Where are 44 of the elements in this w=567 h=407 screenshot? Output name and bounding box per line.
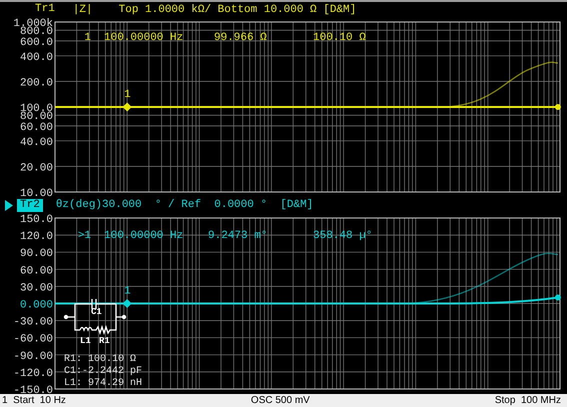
scale-label: 30.000 ° / Ref 0.0000 ° [D&M] bbox=[102, 199, 314, 211]
axis-label: -90.00 bbox=[13, 350, 53, 363]
marker-readout: 1 bbox=[84, 32, 91, 44]
axis-label: 400.0 bbox=[20, 52, 53, 64]
axis-label: 60.00 bbox=[20, 122, 53, 134]
marker-readout: 100.00000 Hz bbox=[104, 32, 184, 44]
circuit-value: R1: 100.10 Ω bbox=[64, 354, 136, 365]
axis-label: -30.00 bbox=[13, 316, 53, 329]
end-point-icon bbox=[555, 294, 561, 300]
component-label: R1 bbox=[99, 336, 110, 346]
parameter-label: θz(deg) bbox=[56, 199, 102, 211]
axis-label: 20.00 bbox=[20, 162, 53, 174]
axis-label: 60.00 bbox=[20, 265, 53, 278]
axis-label: 0.000 bbox=[20, 300, 53, 312]
axis-label: 90.00 bbox=[20, 248, 53, 260]
marker-label: 1 bbox=[124, 89, 131, 101]
circuit-value: L1: 974.29 nH bbox=[64, 378, 142, 389]
axis-label: 150.0 bbox=[20, 214, 53, 226]
axis-label: 600.0 bbox=[20, 36, 53, 49]
trace-tab[interactable]: Tr1 bbox=[32, 3, 58, 16]
marker-readout: 100.10 Ω bbox=[313, 32, 366, 44]
stop-label: Stop 100 MHz bbox=[494, 395, 561, 407]
osc-label: OSC 500 mV bbox=[250, 395, 310, 407]
component-label: C1 bbox=[91, 307, 102, 317]
trace-tab[interactable]: Tr2 bbox=[17, 198, 43, 212]
axis-label: 120.0 bbox=[20, 231, 53, 244]
scale-label: Top 1.0000 kΩ/ Bottom 10.000 Ω [D&M] bbox=[118, 4, 356, 16]
axis-label: -150.0 bbox=[13, 385, 53, 394]
marker-readout: 99.966 Ω bbox=[214, 32, 267, 44]
start-label: 1 Start 10 Hz bbox=[2, 395, 66, 407]
axis-label: 30.00 bbox=[20, 282, 53, 294]
parameter-label: |Z| bbox=[72, 4, 93, 16]
marker-icon[interactable] bbox=[122, 299, 132, 308]
axis-label: -60.00 bbox=[13, 334, 53, 346]
component-label: L1 bbox=[80, 336, 91, 346]
axis-label: -120.0 bbox=[13, 368, 53, 380]
circuit-value: C1:-2.2442 pF bbox=[64, 366, 142, 377]
circuit-drawing bbox=[64, 298, 126, 334]
marker-icon[interactable] bbox=[122, 102, 132, 112]
axis-label: 10.00 bbox=[20, 188, 53, 197]
active-trace-icon bbox=[5, 200, 13, 210]
end-point-icon bbox=[555, 104, 561, 110]
axis-label: 200.0 bbox=[20, 77, 53, 90]
axis-label: 40.00 bbox=[20, 136, 53, 149]
